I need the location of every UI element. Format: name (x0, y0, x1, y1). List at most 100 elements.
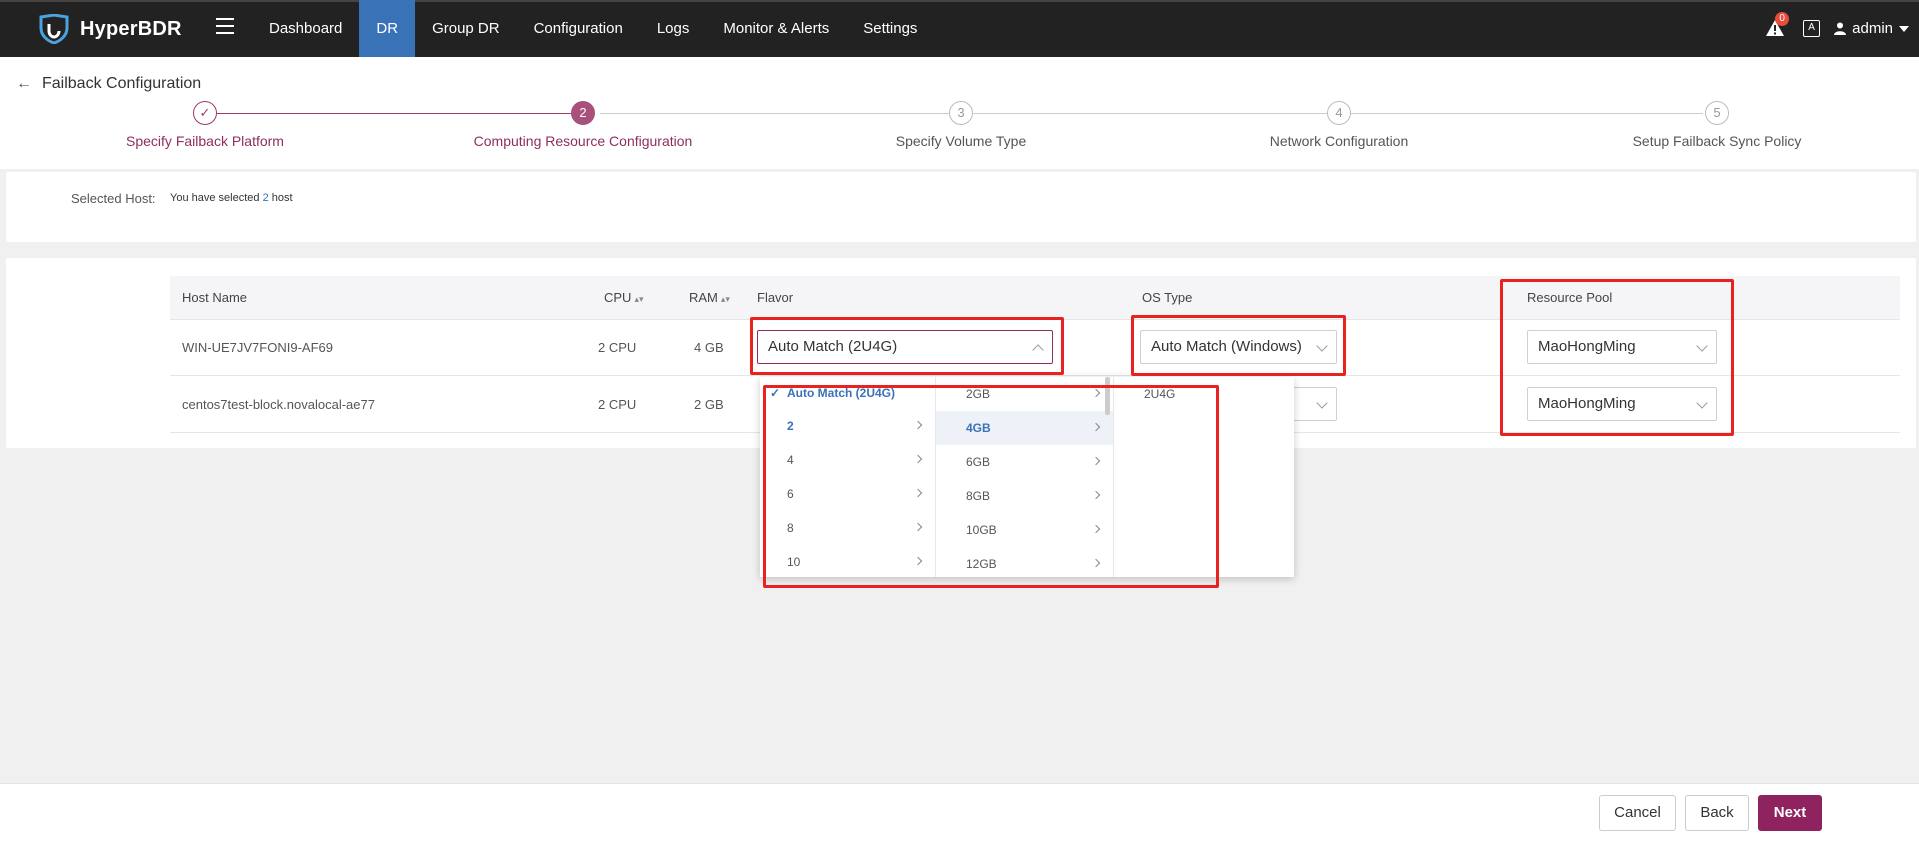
nav-logs[interactable]: Logs (640, 0, 707, 57)
step-1-circle: ✓ (193, 101, 217, 125)
resource-pool-select[interactable]: MaoHongMing (1527, 330, 1717, 364)
col-host-name: Host Name (182, 290, 248, 305)
step-connector-done (217, 113, 576, 114)
chevron-right-icon (913, 420, 923, 430)
nav-group-dr[interactable]: Group DR (415, 0, 517, 57)
back-button[interactable]: Back (1685, 795, 1749, 831)
cell-ram: 2 GB (694, 397, 724, 412)
chevron-down-icon (1696, 340, 1708, 352)
resource-pool-select[interactable]: MaoHongMing (1527, 387, 1717, 421)
arrow-left-icon: ← (16, 75, 32, 92)
table-header: Host Name CPU ▴▾ RAM ▴▾ Flavor OS Type Res… (170, 276, 1900, 320)
cascader-option[interactable]: 4 (760, 443, 935, 477)
col-resource-pool: Resource Pool (1527, 290, 1613, 305)
step-2-label: Computing Resource Configuration (473, 133, 693, 149)
cascader-option[interactable]: ✓ Auto Match (2U4G) (760, 377, 935, 409)
cascader-option[interactable]: 8GB (936, 479, 1113, 513)
chevron-right-icon (1091, 388, 1101, 398)
cascader-option-label: Auto Match (2U4G) (787, 386, 895, 400)
selected-host-label: Selected Host: (71, 191, 156, 206)
cascader-cpu-column: ✓ Auto Match (2U4G) 2 4 6 8 10 (760, 377, 936, 577)
col-ram-sortable[interactable]: RAM ▴▾ (689, 290, 730, 305)
step-3-label: Specify Volume Type (895, 133, 1027, 149)
cascader-option-label: 6GB (966, 455, 991, 469)
nav-monitor-alerts[interactable]: Monitor & Alerts (706, 0, 846, 57)
selected-host-suffix: host (268, 192, 293, 204)
chevron-right-icon (1091, 490, 1101, 500)
cascader-flavor-column: 2U4G (1114, 377, 1294, 577)
flavor-select-value: Auto Match (2U4G) (768, 338, 898, 355)
cascader-option[interactable]: 4GB (936, 411, 1113, 445)
cascader-option[interactable]: 2U4G (1114, 377, 1294, 411)
col-cpu-sortable[interactable]: CPU ▴▾ (604, 290, 644, 305)
cascader-option[interactable]: 6 (760, 477, 935, 511)
cascader-option-label: 2 (787, 419, 794, 433)
selected-host-panel: Selected Host: You have selected 2 host (6, 172, 1916, 242)
col-flavor: Flavor (757, 290, 794, 305)
app-logo[interactable]: HyperBDR (38, 14, 182, 44)
cascader-option[interactable]: 2 (760, 409, 935, 443)
footer-action-bar: Cancel Back Next (0, 783, 1919, 841)
cascader-option[interactable]: 12GB (936, 547, 1113, 577)
chevron-right-icon (913, 488, 923, 498)
step-3-circle: 3 (949, 101, 973, 125)
col-ram: RAM (689, 290, 718, 305)
page-header: ← Failback Configuration ✓ 2 3 4 5 Speci… (0, 57, 1919, 169)
col-os-type: OS Type (1142, 290, 1193, 305)
cell-ram: 4 GB (694, 340, 724, 355)
cascader-option-label: 10GB (966, 523, 997, 537)
cancel-button[interactable]: Cancel (1599, 795, 1676, 831)
cell-cpu: 2 CPU (598, 397, 637, 412)
language-switch-icon[interactable]: A (1803, 20, 1821, 37)
chevron-right-icon (1091, 524, 1101, 534)
nav-dashboard[interactable]: Dashboard (252, 0, 359, 57)
page-back-link[interactable]: ← Failback Configuration (16, 75, 201, 93)
nav-dr[interactable]: DR (359, 0, 416, 57)
chevron-right-icon (913, 522, 923, 532)
sort-icon: ▴▾ (720, 294, 730, 304)
cascader-option[interactable]: 8 (760, 511, 935, 545)
chevron-down-icon (1316, 340, 1328, 352)
chevron-down-icon (1696, 397, 1708, 409)
menu-toggle-icon[interactable] (216, 18, 234, 34)
next-button[interactable]: Next (1758, 795, 1822, 831)
cascader-option-label: 10 (787, 555, 801, 569)
main-nav: Dashboard DR Group DR Configuration Logs… (252, 0, 934, 57)
selected-host-prefix: You have selected (170, 192, 263, 204)
chevron-right-icon (1091, 456, 1101, 466)
flavor-cascader-dropdown: ✓ Auto Match (2U4G) 2 4 6 8 10 2GB 4GB 6G… (760, 377, 1294, 577)
nav-settings[interactable]: Settings (846, 0, 934, 57)
cascader-scrollbar[interactable] (1105, 377, 1110, 415)
cascader-option[interactable]: 10GB (936, 513, 1113, 547)
user-menu[interactable]: admin (1834, 20, 1909, 37)
app-name: HyperBDR (80, 17, 182, 40)
caret-down-icon (1899, 25, 1909, 32)
flavor-select[interactable]: Auto Match (2U4G) (757, 330, 1053, 364)
step-4-label: Network Configuration (1269, 133, 1409, 149)
chevron-up-icon (1032, 344, 1044, 356)
step-2-circle: 2 (571, 101, 595, 125)
cascader-option[interactable]: 10 (760, 545, 935, 577)
table-row: WIN-UE7JV7FONI9-AF69 2 CPU 4 GB Auto Mat… (170, 320, 1900, 376)
username: admin (1852, 20, 1893, 37)
cascader-option[interactable]: 6GB (936, 445, 1113, 479)
col-cpu: CPU (604, 290, 632, 305)
step-1-label: Specify Failback Platform (126, 133, 284, 149)
alert-count-badge: 0 (1775, 11, 1790, 26)
cascader-option-label: 8 (787, 521, 794, 535)
cascader-option[interactable]: 2GB (936, 377, 1113, 411)
step-5-circle: 5 (1705, 101, 1729, 125)
cascader-option-label: 4GB (966, 421, 991, 435)
cascader-option-label: 2GB (966, 387, 991, 401)
nav-configuration[interactable]: Configuration (517, 0, 640, 57)
alerts-button[interactable]: 0 (1765, 11, 1790, 40)
os-type-select[interactable]: Auto Match (Windows) (1140, 330, 1337, 364)
resource-pool-select-value: MaoHongMing (1538, 338, 1636, 355)
chevron-right-icon (913, 556, 923, 566)
cascader-ram-column: 2GB 4GB 6GB 8GB 10GB 12GB (936, 377, 1114, 577)
step-5-label: Setup Failback Sync Policy (1632, 133, 1802, 149)
chevron-right-icon (1091, 558, 1101, 568)
cascader-option-label: 6 (787, 487, 794, 501)
cascader-option-label: 12GB (966, 557, 997, 571)
cascader-option-label: 4 (787, 453, 794, 467)
